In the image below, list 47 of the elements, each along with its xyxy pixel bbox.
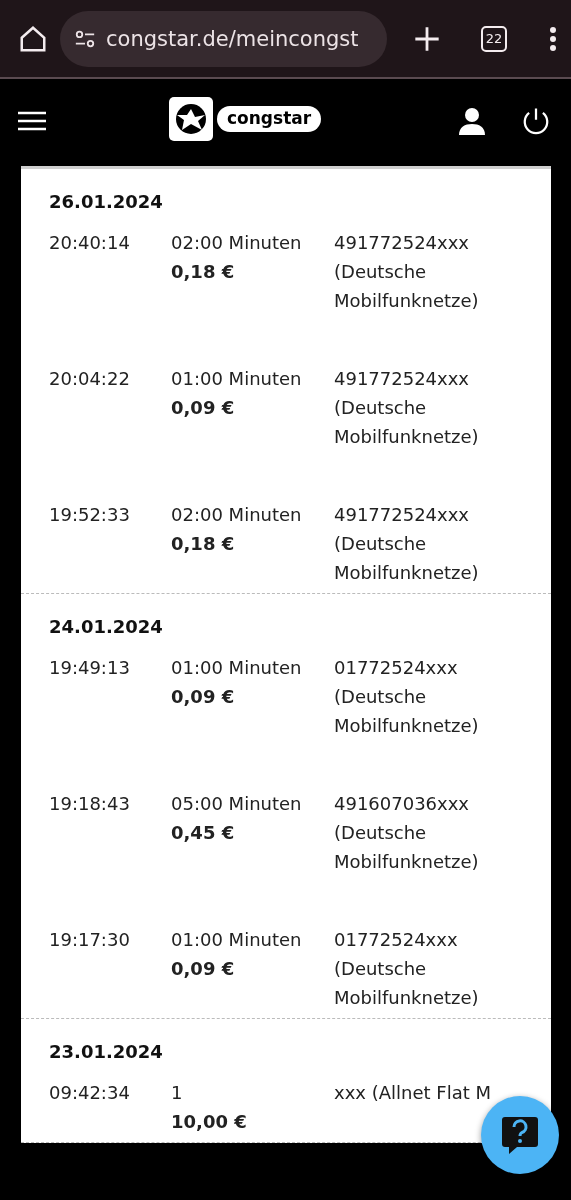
call-price: 0,18 € <box>171 260 236 284</box>
call-time: 19:49:13 <box>49 656 131 680</box>
user-icon[interactable] <box>459 107 485 135</box>
date-heading: 24.01.2024 <box>49 616 164 637</box>
logo-icon <box>169 97 213 141</box>
call-price: 10,00 € <box>171 1110 248 1134</box>
date-heading: 26.01.2024 <box>49 191 164 212</box>
new-tab-icon[interactable] <box>413 24 441 53</box>
call-time: 09:42:34 <box>49 1081 131 1105</box>
phone-number: 491772524xxx <box>334 367 471 391</box>
network-label: (Deutsche Mobilfunknetze) <box>334 396 480 449</box>
call-price: 0,18 € <box>171 532 236 556</box>
call-time: 20:04:22 <box>49 367 131 391</box>
call-duration: 01:00 Minuten <box>171 367 303 391</box>
phone-number: 491772524xxx <box>334 503 471 527</box>
call-duration: 01:00 Minuten <box>171 928 303 952</box>
call-time: 19:52:33 <box>49 503 131 527</box>
call-price: 0,09 € <box>171 957 236 981</box>
call-duration: 1 <box>171 1081 184 1105</box>
power-icon[interactable] <box>521 106 551 136</box>
phone-number: 491772524xxx <box>334 231 471 255</box>
menu-dots-icon[interactable] <box>549 25 557 52</box>
logo-text: congstar <box>217 106 322 132</box>
call-duration: 01:00 Minuten <box>171 656 303 680</box>
call-price: 0,45 € <box>171 821 236 845</box>
network-label: (Deutsche Mobilfunknetze) <box>334 532 480 585</box>
network-label: (Deutsche Mobilfunknetze) <box>334 957 480 1010</box>
phone-number: 01772524xxx <box>334 928 459 952</box>
help-icon <box>501 1115 539 1155</box>
call-price: 0,09 € <box>171 685 236 709</box>
call-time: 19:18:43 <box>49 792 131 816</box>
tab-count[interactable]: 22 <box>481 25 507 52</box>
phone-number: 01772524xxx <box>334 656 459 680</box>
network-label: (Deutsche Mobilfunknetze) <box>334 821 480 874</box>
date-heading: 23.01.2024 <box>49 1041 164 1062</box>
network-label: (Deutsche Mobilfunknetze) <box>334 260 480 313</box>
menu-icon[interactable] <box>18 110 46 132</box>
call-duration: 02:00 Minuten <box>171 231 303 255</box>
call-duration: 05:00 Minuten <box>171 792 303 816</box>
phone-number: xxx (Allnet Flat M <box>334 1081 492 1105</box>
call-price: 0,09 € <box>171 396 236 420</box>
network-label: (Deutsche Mobilfunknetze) <box>334 685 480 738</box>
call-duration: 02:00 Minuten <box>171 503 303 527</box>
phone-number: 491607036xxx <box>334 792 471 816</box>
call-time: 20:40:14 <box>49 231 131 255</box>
call-time: 19:17:30 <box>49 928 131 952</box>
address-bar[interactable]: congstar.de/meincongst <box>60 10 387 67</box>
